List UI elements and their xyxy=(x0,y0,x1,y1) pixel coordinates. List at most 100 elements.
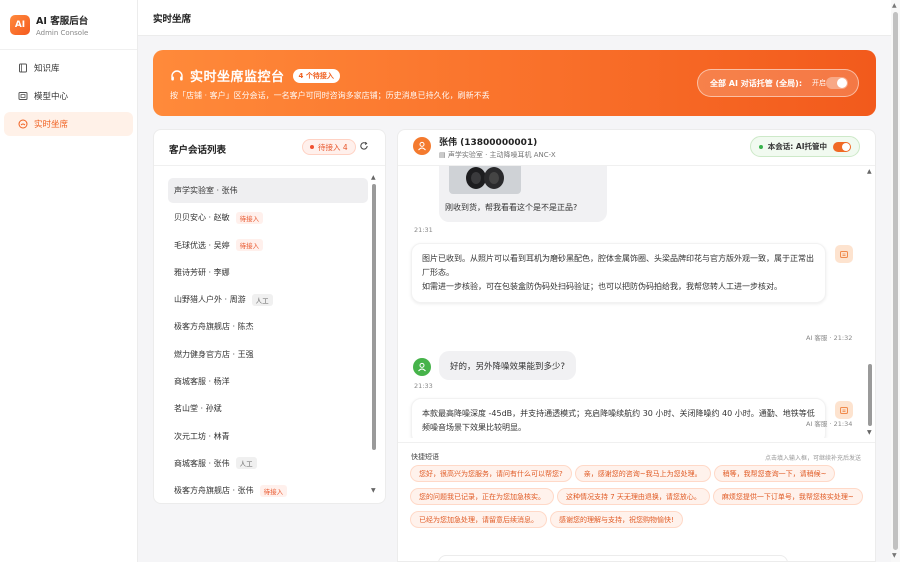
user-avatar xyxy=(413,358,431,376)
quick-phrase-chip[interactable]: 感谢您的理解与支持，祝您购物愉快! xyxy=(550,511,683,528)
session-list-item[interactable]: 极客方舟旗舰店 · 陈杰 xyxy=(168,314,368,339)
robot-icon xyxy=(840,407,848,414)
session-list-item[interactable]: 茗山堂 · 孙斌 xyxy=(168,396,368,421)
waiting-badge-label: 待接入 4 xyxy=(318,142,348,152)
session-label: 贝贝安心 · 赵敏 xyxy=(174,213,230,223)
session-list-item[interactable]: 毛球优选 · 吴婷 待接入 xyxy=(168,233,368,258)
message-input[interactable] xyxy=(438,555,788,561)
monitor-banner: 实时坐席监控台 4 个待接入 按「店铺 · 客户」区分会话，一名客户可同时咨询多… xyxy=(153,50,876,116)
message-meta: AI 客服 · 21:34 xyxy=(806,420,853,428)
chat-scrollbar[interactable]: ▲ ▼ xyxy=(866,166,875,438)
sidebar: AI AI 客服后台 Admin Console 知识库 模型中心 实时坐席 xyxy=(0,0,138,562)
session-label: 次元工坊 · 林青 xyxy=(174,431,230,441)
topbar: 实时坐席 xyxy=(138,0,900,36)
session-label: 山野猎人户外 · 周游 xyxy=(174,295,246,305)
quick-phrases-hint: 点击填入输入框，可继续补充后发送 xyxy=(764,455,861,462)
message-text: 刚收到货，帮我看看这个是不是正品? xyxy=(445,203,578,212)
page-scrollbar[interactable]: ▲ ▼ xyxy=(891,0,900,562)
customer-context: ▤ 声学实验室 · 主动降噪耳机 ANC-X xyxy=(439,150,556,160)
store-icon: ▤ xyxy=(439,151,446,159)
scroll-thumb[interactable] xyxy=(372,184,376,450)
ai-message-bubble: 本款最高降噪深度 -45dB，并支持通透模式；充启降噪续航约 30 小时、关闭降… xyxy=(411,398,826,438)
brand: AI AI 客服后台 Admin Console xyxy=(0,0,137,50)
headset-icon xyxy=(171,69,183,80)
sidebar-item-label: 实时坐席 xyxy=(34,120,69,130)
human-tag: 人工 xyxy=(235,457,257,470)
session-list-item[interactable]: 极客方舟旗舰店 · 张伟 待接入 xyxy=(168,478,368,498)
message-text: 好的，另外降噪效果能到多少? xyxy=(450,361,566,372)
session-list-item[interactable]: 燃力健身官方店 · 王强 xyxy=(168,342,368,367)
session-label: 极客方舟旗舰店 · 张伟 xyxy=(174,486,254,496)
session-list-item[interactable]: 雅诗芳研 · 李娜 xyxy=(168,260,368,285)
global-ai-toggle-label: 全部 AI 对话托管 (全局): xyxy=(710,78,803,88)
customer-context-label: 声学实验室 · 主动降噪耳机 ANC-X xyxy=(447,151,556,159)
quick-phrase-chip[interactable]: 您好，很高兴为您服务，请问有什么可以帮您? xyxy=(410,465,572,482)
session-label: 燃力健身官方店 · 王强 xyxy=(174,349,254,359)
session-list-item[interactable]: 山野猎人户外 · 周游 人工 xyxy=(168,287,368,312)
session-list-scrollbar[interactable]: ▲ ▼ xyxy=(371,174,377,496)
brand-title: AI 客服后台 xyxy=(36,15,89,27)
scroll-down-icon[interactable]: ▼ xyxy=(867,429,872,436)
pending-tag: 待接入 xyxy=(235,211,264,224)
session-list-title: 客户会话列表 xyxy=(169,145,227,156)
scroll-up-icon[interactable]: ▲ xyxy=(867,168,872,175)
quick-phrase-chip[interactable]: 您的问题我已记录，正在为您加急核实。 xyxy=(410,488,554,505)
waiting-badge[interactable]: 待接入 4 xyxy=(302,139,356,155)
session-list-item[interactable]: 声学实验室 · 张伟 xyxy=(168,178,368,203)
robot-icon xyxy=(840,251,848,258)
message-time: 21:31 xyxy=(414,226,433,234)
sidebar-item-label: 知识库 xyxy=(34,64,60,74)
session-list-item[interactable]: 次元工坊 · 林青 xyxy=(168,424,368,449)
sidebar-item-knowledge[interactable]: 知识库 xyxy=(4,56,133,80)
global-ai-toggle-state: 开启 xyxy=(812,79,827,87)
toggle-switch[interactable] xyxy=(833,141,851,152)
sidebar-item-label: 模型中心 xyxy=(34,92,69,102)
toggle-switch[interactable] xyxy=(826,77,848,89)
human-tag: 人工 xyxy=(251,293,273,306)
sidebar-item-models[interactable]: 模型中心 xyxy=(4,84,133,108)
pending-tag: 待接入 xyxy=(235,239,264,252)
brand-subtitle: Admin Console xyxy=(36,28,89,37)
session-list-panel: 客户会话列表 待接入 4 声学实验室 · 张伟 贝贝安心 · 赵敏 待接入 毛球优选 … xyxy=(153,129,386,504)
scroll-up-icon[interactable]: ▲ xyxy=(371,174,376,181)
banner-description: 按「店铺 · 客户」区分会话，一名客户可同时咨询多家店铺；历史消息已持久化，刷新… xyxy=(170,91,490,100)
scroll-down-icon[interactable]: ▼ xyxy=(371,487,376,494)
quick-phrase-chip[interactable]: 这种情况支持 7 天无理由退换，请您放心。 xyxy=(557,488,710,505)
headphones-photo-icon xyxy=(466,167,504,189)
quick-phrase-chip[interactable]: 麻烦您提供一下订单号，我帮您核实处理~ xyxy=(712,488,863,505)
quick-phrase-chip[interactable]: 稍等，我帮您查询一下，请稍候~ xyxy=(713,465,836,482)
session-label: 极客方舟旗舰店 · 陈杰 xyxy=(174,322,254,332)
session-label: 雅诗芳研 · 李娜 xyxy=(174,267,230,277)
global-ai-toggle[interactable]: 全部 AI 对话托管 (全局): 开启 xyxy=(697,69,859,97)
refresh-icon[interactable] xyxy=(359,141,369,154)
model-icon xyxy=(18,91,28,101)
session-list-item[interactable]: 贝贝安心 · 赵敏 待接入 xyxy=(168,205,368,230)
sidebar-item-live[interactable]: 实时坐席 xyxy=(4,112,133,136)
quick-phrase-chips: 您好，很高兴为您服务，请问有什么可以帮您? 亲，感谢您的咨询~我马上为您处理。 稍等… xyxy=(410,465,870,534)
session-label: 商城客服 · 杨洋 xyxy=(174,377,230,387)
quick-phrase-chip[interactable]: 已经为您加急处理，请留意后续消息。 xyxy=(410,511,547,528)
user-message-bubble: 刚收到货，帮我看看这个是不是正品? xyxy=(439,166,607,222)
user-icon xyxy=(418,362,426,372)
session-label: 商城客服 · 张伟 xyxy=(174,458,230,468)
session-label: 茗山堂 · 孙斌 xyxy=(174,404,222,414)
scroll-up-icon[interactable]: ▲ xyxy=(892,2,897,9)
session-list-item[interactable]: 商城客服 · 张伟 人工 xyxy=(168,451,368,476)
quick-phrases: 快捷短语 点击填入输入框，可继续补充后发送 您好，很高兴为您服务，请问有什么可以… xyxy=(398,442,875,561)
scroll-thumb[interactable] xyxy=(868,364,872,426)
ai-avatar xyxy=(835,245,853,263)
ai-avatar xyxy=(835,401,853,419)
scroll-down-icon[interactable]: ▼ xyxy=(892,552,897,559)
product-photo[interactable] xyxy=(449,166,521,194)
quick-phrase-chip[interactable]: 亲，感谢您的咨询~我马上为您处理。 xyxy=(574,465,711,482)
page-title: 实时坐席 xyxy=(153,13,192,25)
session-label: 毛球优选 · 吴婷 xyxy=(174,240,230,250)
session-ai-toggle[interactable]: 本会话: AI托管中 xyxy=(749,136,860,157)
book-icon xyxy=(18,63,28,73)
customer-avatar xyxy=(413,137,431,155)
sidebar-nav: 知识库 模型中心 实时坐席 xyxy=(0,50,137,146)
quick-phrases-title: 快捷短语 xyxy=(411,453,439,461)
session-list-item[interactable]: 商城客服 · 杨洋 xyxy=(168,369,368,394)
message-text: 图片已收到。从照片可以看到耳机为磨砂黑配色，腔体金属饰圈、头梁品牌印花与官方版外… xyxy=(422,254,814,277)
scroll-thumb[interactable] xyxy=(893,12,898,550)
